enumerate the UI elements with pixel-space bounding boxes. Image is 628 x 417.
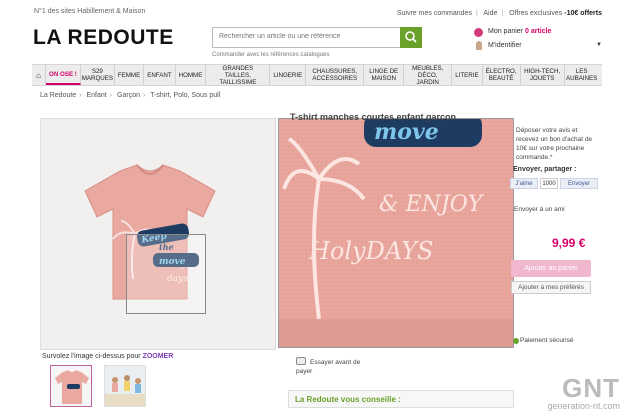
main-nav: ⌂ ON OSE ! S29 MARQUES FEMME ENFANT HOMM…: [32, 64, 602, 86]
site-tagline: N°1 des sites Habillement & Maison: [34, 8, 146, 15]
facebook-send-button[interactable]: Envoyer: [560, 178, 598, 189]
chevron-down-icon: ▼: [596, 42, 602, 48]
nav-item-marques[interactable]: S29 MARQUES: [81, 65, 115, 85]
nav-item-enfant[interactable]: ENFANT: [144, 65, 176, 85]
send-to-friend-link[interactable]: Envoyer à un ami: [514, 206, 565, 213]
add-to-cart-button[interactable]: Ajouter au panier: [511, 260, 591, 277]
thumbnail-1[interactable]: [50, 365, 92, 407]
zoom-panel: move & ENJOY HolyDAYS: [278, 118, 514, 348]
nav-item-literie[interactable]: LITERIE: [452, 65, 483, 85]
review-promo[interactable]: Déposer votre avis et recevez un bon d'a…: [516, 126, 598, 162]
search-button[interactable]: [400, 27, 422, 48]
search-hint[interactable]: Commander avec les références catalogues: [212, 52, 329, 58]
kids-photo-thumbnail: [105, 366, 145, 406]
nav-item-meubles[interactable]: MEUBLES, DÉCO, JARDIN: [404, 65, 453, 86]
link-help[interactable]: Aide: [483, 10, 497, 17]
zoom-text-holydays: HolyDAYS: [308, 237, 434, 265]
search-box: [212, 27, 422, 48]
secure-payment-label: Paiement sécurisé: [520, 337, 574, 344]
nav-item-aubaines[interactable]: LES AUBAINES: [565, 65, 599, 85]
cart-link[interactable]: Mon panier 0 article: [488, 28, 551, 35]
watermark-site: generation-nt.com: [547, 401, 620, 411]
nav-item-on-ose[interactable]: ON OSE !: [46, 65, 81, 85]
link-track-orders[interactable]: Suivre mes commandes: [397, 10, 472, 17]
nav-item-chaussures[interactable]: CHAUSSURES, ACCESSOIRES: [306, 65, 365, 85]
zoom-text-enjoy: & ENJOY: [379, 192, 485, 217]
site-logo[interactable]: LA REDOUTE: [33, 26, 174, 50]
search-input[interactable]: [219, 33, 399, 40]
home-icon[interactable]: ⌂: [32, 65, 46, 85]
zoom-hint: Survolez l'image ci-dessus pour ZOOMER: [42, 353, 174, 360]
watermark: GNT generation-nt.com: [547, 375, 620, 411]
nav-item-homme[interactable]: HOMME: [176, 65, 207, 85]
link-exclusive-offers[interactable]: Offres exclusives -10€ offerts: [509, 10, 602, 17]
try-before-pay-link[interactable]: Essayer avant de payer: [296, 358, 366, 376]
zoom-image: move & ENJOY HolyDAYS: [279, 119, 513, 347]
login-dropdown[interactable]: M'identifier ▼: [488, 42, 602, 49]
recommendations-header: La Redoute vous conseille :: [288, 390, 514, 408]
breadcrumb: La Redoute › Enfant › Garçon › T-shirt, Pol…: [40, 92, 221, 99]
nav-item-grandes-tailles[interactable]: GRANDES TAILLES, TAILLISSIME: [206, 65, 271, 86]
tshirt-thumbnail: [55, 370, 89, 404]
breadcrumb-item[interactable]: Enfant: [87, 92, 107, 99]
user-icon: [476, 41, 482, 50]
cart-count: 0 article: [524, 28, 552, 35]
nav-item-electro[interactable]: ÉLECTRO, BEAUTÉ: [483, 65, 521, 85]
share-label: Envoyer, partager :: [513, 166, 577, 173]
product-price: 9,99 €: [552, 236, 586, 250]
like-count: 1000: [540, 178, 558, 189]
offer-amount: -10€ offerts: [564, 10, 602, 17]
product-title: T-shirt manches courtes enfant garçon: [290, 112, 457, 122]
nav-item-linge-maison[interactable]: LINGE DE MAISON: [364, 65, 405, 85]
secure-payment-icon: [513, 338, 519, 344]
search-icon: [405, 31, 417, 43]
breadcrumb-item[interactable]: Garçon: [117, 92, 140, 99]
breadcrumb-item[interactable]: La Redoute: [40, 92, 76, 99]
zoom-text-move: move: [374, 119, 439, 145]
facebook-like-button[interactable]: J'aime: [510, 178, 538, 189]
thumbnail-2[interactable]: [104, 365, 146, 407]
breadcrumb-item[interactable]: T-shirt, Polo, Sous pull: [150, 92, 220, 99]
zoom-lens[interactable]: [126, 234, 206, 314]
nav-item-high-tech[interactable]: HIGH-TECH, JOUETS: [521, 65, 565, 85]
watermark-brand: GNT: [562, 373, 620, 403]
add-to-favorites-button[interactable]: Ajouter à mes préférés: [511, 281, 591, 294]
nav-item-lingerie[interactable]: LINGERIE: [270, 65, 307, 85]
cart-icon[interactable]: [474, 28, 483, 37]
top-links: Suivre mes commandes | Aide | Offres exclu…: [396, 10, 602, 17]
nav-item-femme[interactable]: FEMME: [115, 65, 145, 85]
